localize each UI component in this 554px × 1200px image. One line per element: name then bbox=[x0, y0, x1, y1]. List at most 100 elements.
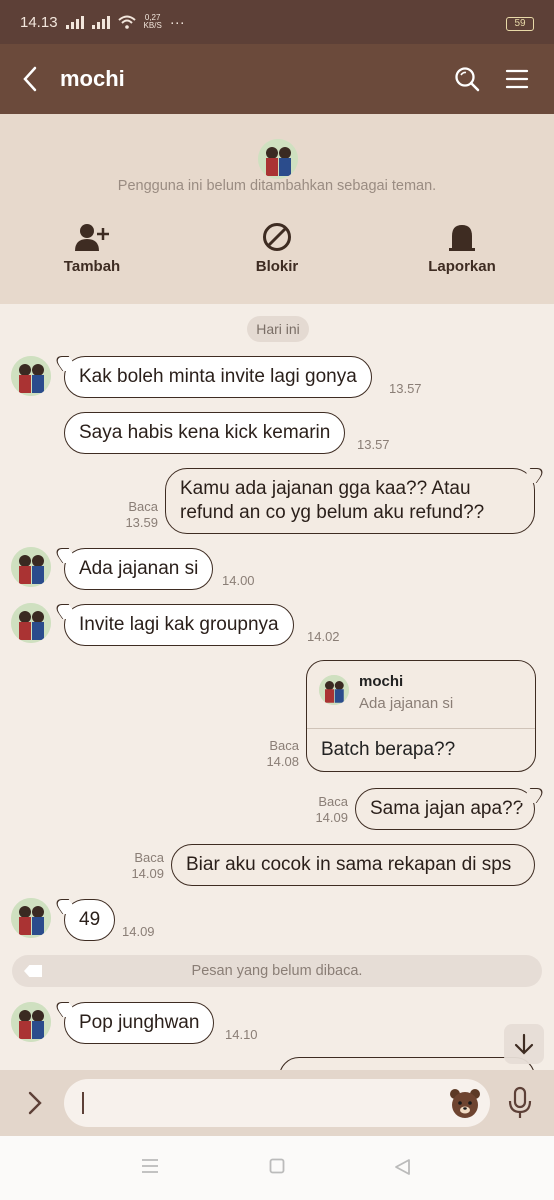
tag-icon bbox=[24, 965, 42, 977]
message-text: Sama jajan apa?? bbox=[370, 798, 524, 819]
message-time: 14.09 bbox=[131, 866, 164, 881]
battery-indicator: 59 bbox=[506, 17, 534, 31]
menu-button[interactable] bbox=[492, 44, 542, 114]
block-button[interactable]: Blokir bbox=[207, 222, 347, 275]
message-time: 14.10 bbox=[225, 1027, 258, 1042]
back-icon bbox=[23, 66, 37, 92]
text-cursor bbox=[82, 1092, 84, 1114]
read-label: Baca bbox=[134, 850, 164, 865]
read-receipt: Baca 14.09 bbox=[120, 850, 164, 882]
notice-text: Pengguna ini belum ditambahkan sebagai t… bbox=[117, 178, 437, 194]
message-bubble[interactable]: Biar aku cocok in sama rekapan di sps bbox=[171, 844, 535, 886]
add-friend-label: Tambah bbox=[63, 258, 121, 275]
read-receipt: Baca 13.59 bbox=[114, 499, 158, 531]
sticker-bear-icon bbox=[450, 1089, 480, 1118]
signal-icon bbox=[65, 15, 84, 29]
expand-icon bbox=[28, 1091, 42, 1115]
message-time: 14.02 bbox=[307, 629, 340, 644]
message-bubble[interactable]: 49 bbox=[64, 899, 116, 941]
message-input[interactable] bbox=[64, 1079, 490, 1127]
reply-bubble[interactable]: mochi Ada jajanan si Batch berapa?? bbox=[306, 660, 536, 772]
block-icon bbox=[263, 223, 291, 251]
sender-avatar[interactable] bbox=[11, 1002, 51, 1042]
network-speed-unit: KB/S bbox=[143, 21, 162, 30]
message-time: 13.59 bbox=[125, 515, 158, 530]
sender-avatar[interactable] bbox=[11, 603, 51, 643]
chat-messages[interactable]: Hari ini Kak boleh minta invite lagi gon… bbox=[0, 304, 554, 1070]
report-label: Laporkan bbox=[428, 258, 496, 275]
sticker-button[interactable] bbox=[448, 1086, 482, 1125]
add-friend-icon bbox=[75, 224, 109, 251]
system-back-button[interactable] bbox=[393, 1158, 411, 1181]
chat-header: mochi bbox=[0, 44, 554, 114]
arrow-down-icon bbox=[514, 1033, 534, 1055]
status-more: ··· bbox=[169, 13, 185, 31]
message-time: 14.09 bbox=[315, 810, 348, 825]
message-bubble[interactable]: Invite lagi kak groupnya bbox=[64, 604, 294, 646]
sender-avatar[interactable] bbox=[11, 547, 51, 587]
read-label: Baca bbox=[128, 499, 158, 514]
message-text: Kamu ada jajanan gga kaa?? Atau refund a… bbox=[180, 478, 485, 523]
scroll-to-bottom-button[interactable] bbox=[504, 1024, 544, 1064]
message-text: Kak boleh minta invite lagi gonya bbox=[79, 366, 357, 387]
quoted-text: Ada jajanan si bbox=[359, 695, 454, 712]
report-button[interactable]: Laporkan bbox=[392, 222, 532, 275]
sender-avatar[interactable] bbox=[11, 356, 51, 396]
message-time: 13.57 bbox=[357, 437, 390, 452]
recent-apps-button[interactable] bbox=[141, 1158, 159, 1179]
read-receipt: Baca 14.08 bbox=[255, 738, 299, 770]
quoted-avatar bbox=[319, 675, 349, 705]
date-separator: Hari ini bbox=[247, 316, 309, 342]
message-time: 13.57 bbox=[389, 381, 422, 396]
message-bubble[interactable]: Ada jajanan si bbox=[64, 548, 214, 590]
menu-icon bbox=[505, 69, 529, 89]
search-button[interactable] bbox=[442, 44, 492, 114]
message-bubble[interactable]: Kamu ada jajanan gga kaa?? Atau refund a… bbox=[165, 468, 535, 534]
report-icon bbox=[449, 225, 475, 251]
sender-avatar[interactable] bbox=[11, 898, 51, 938]
read-receipt: Baca 14.09 bbox=[304, 794, 348, 826]
add-friend-button[interactable]: Tambah bbox=[22, 222, 162, 275]
chat-title: mochi bbox=[60, 66, 125, 91]
status-time: 14.13 bbox=[20, 13, 58, 31]
message-text: Pop junghwan bbox=[79, 1012, 200, 1033]
back-button[interactable] bbox=[0, 44, 60, 114]
unread-divider: Pesan yang belum dibaca. bbox=[12, 955, 542, 987]
unread-label: Pesan yang belum dibaca. bbox=[191, 963, 363, 979]
quoted-sender: mochi bbox=[359, 673, 404, 690]
message-text: Batch berapa?? bbox=[321, 739, 456, 760]
mic-button[interactable] bbox=[506, 1086, 534, 1125]
network-speed: 0,27 KB/S bbox=[144, 14, 162, 30]
message-time: 14.09 bbox=[122, 924, 155, 939]
expand-button[interactable] bbox=[20, 1088, 50, 1123]
avatar[interactable] bbox=[258, 139, 298, 179]
quoted-message[interactable]: mochi Ada jajanan si bbox=[307, 661, 535, 729]
system-nav-bar bbox=[0, 1136, 554, 1200]
message-time: 14.00 bbox=[222, 573, 255, 588]
message-bubble[interactable]: Sama jajan apa?? bbox=[355, 788, 535, 830]
message-text: Invite lagi kak groupnya bbox=[79, 614, 279, 635]
message-bubble-partial[interactable] bbox=[279, 1057, 535, 1070]
wifi-icon bbox=[117, 15, 136, 29]
stranger-notice: Pengguna ini belum ditambahkan sebagai t… bbox=[0, 114, 554, 304]
home-button[interactable] bbox=[269, 1158, 285, 1179]
message-bubble[interactable]: Kak boleh minta invite lagi gonya bbox=[64, 356, 372, 398]
signal-icon-2 bbox=[91, 15, 110, 29]
triangle-back-icon bbox=[395, 1159, 410, 1175]
block-label: Blokir bbox=[255, 258, 299, 275]
mic-icon bbox=[508, 1086, 532, 1118]
message-time: 14.08 bbox=[266, 754, 299, 769]
search-icon bbox=[455, 67, 480, 92]
message-bubble[interactable]: Pop junghwan bbox=[64, 1002, 215, 1044]
menu-lines-icon bbox=[142, 1159, 158, 1173]
message-text: Biar aku cocok in sama rekapan di sps bbox=[186, 854, 512, 875]
message-text: Ada jajanan si bbox=[79, 558, 199, 579]
message-bubble[interactable]: Saya habis kena kick kemarin bbox=[64, 412, 346, 454]
message-text: 49 bbox=[79, 909, 101, 930]
status-bar: 14.13 0,27 KB/S ··· 59 bbox=[0, 0, 554, 44]
read-label: Baca bbox=[269, 738, 299, 753]
message-text: Saya habis kena kick kemarin bbox=[79, 422, 331, 443]
home-square-icon bbox=[269, 1158, 285, 1174]
read-label: Baca bbox=[318, 794, 348, 809]
input-bar bbox=[0, 1070, 554, 1136]
